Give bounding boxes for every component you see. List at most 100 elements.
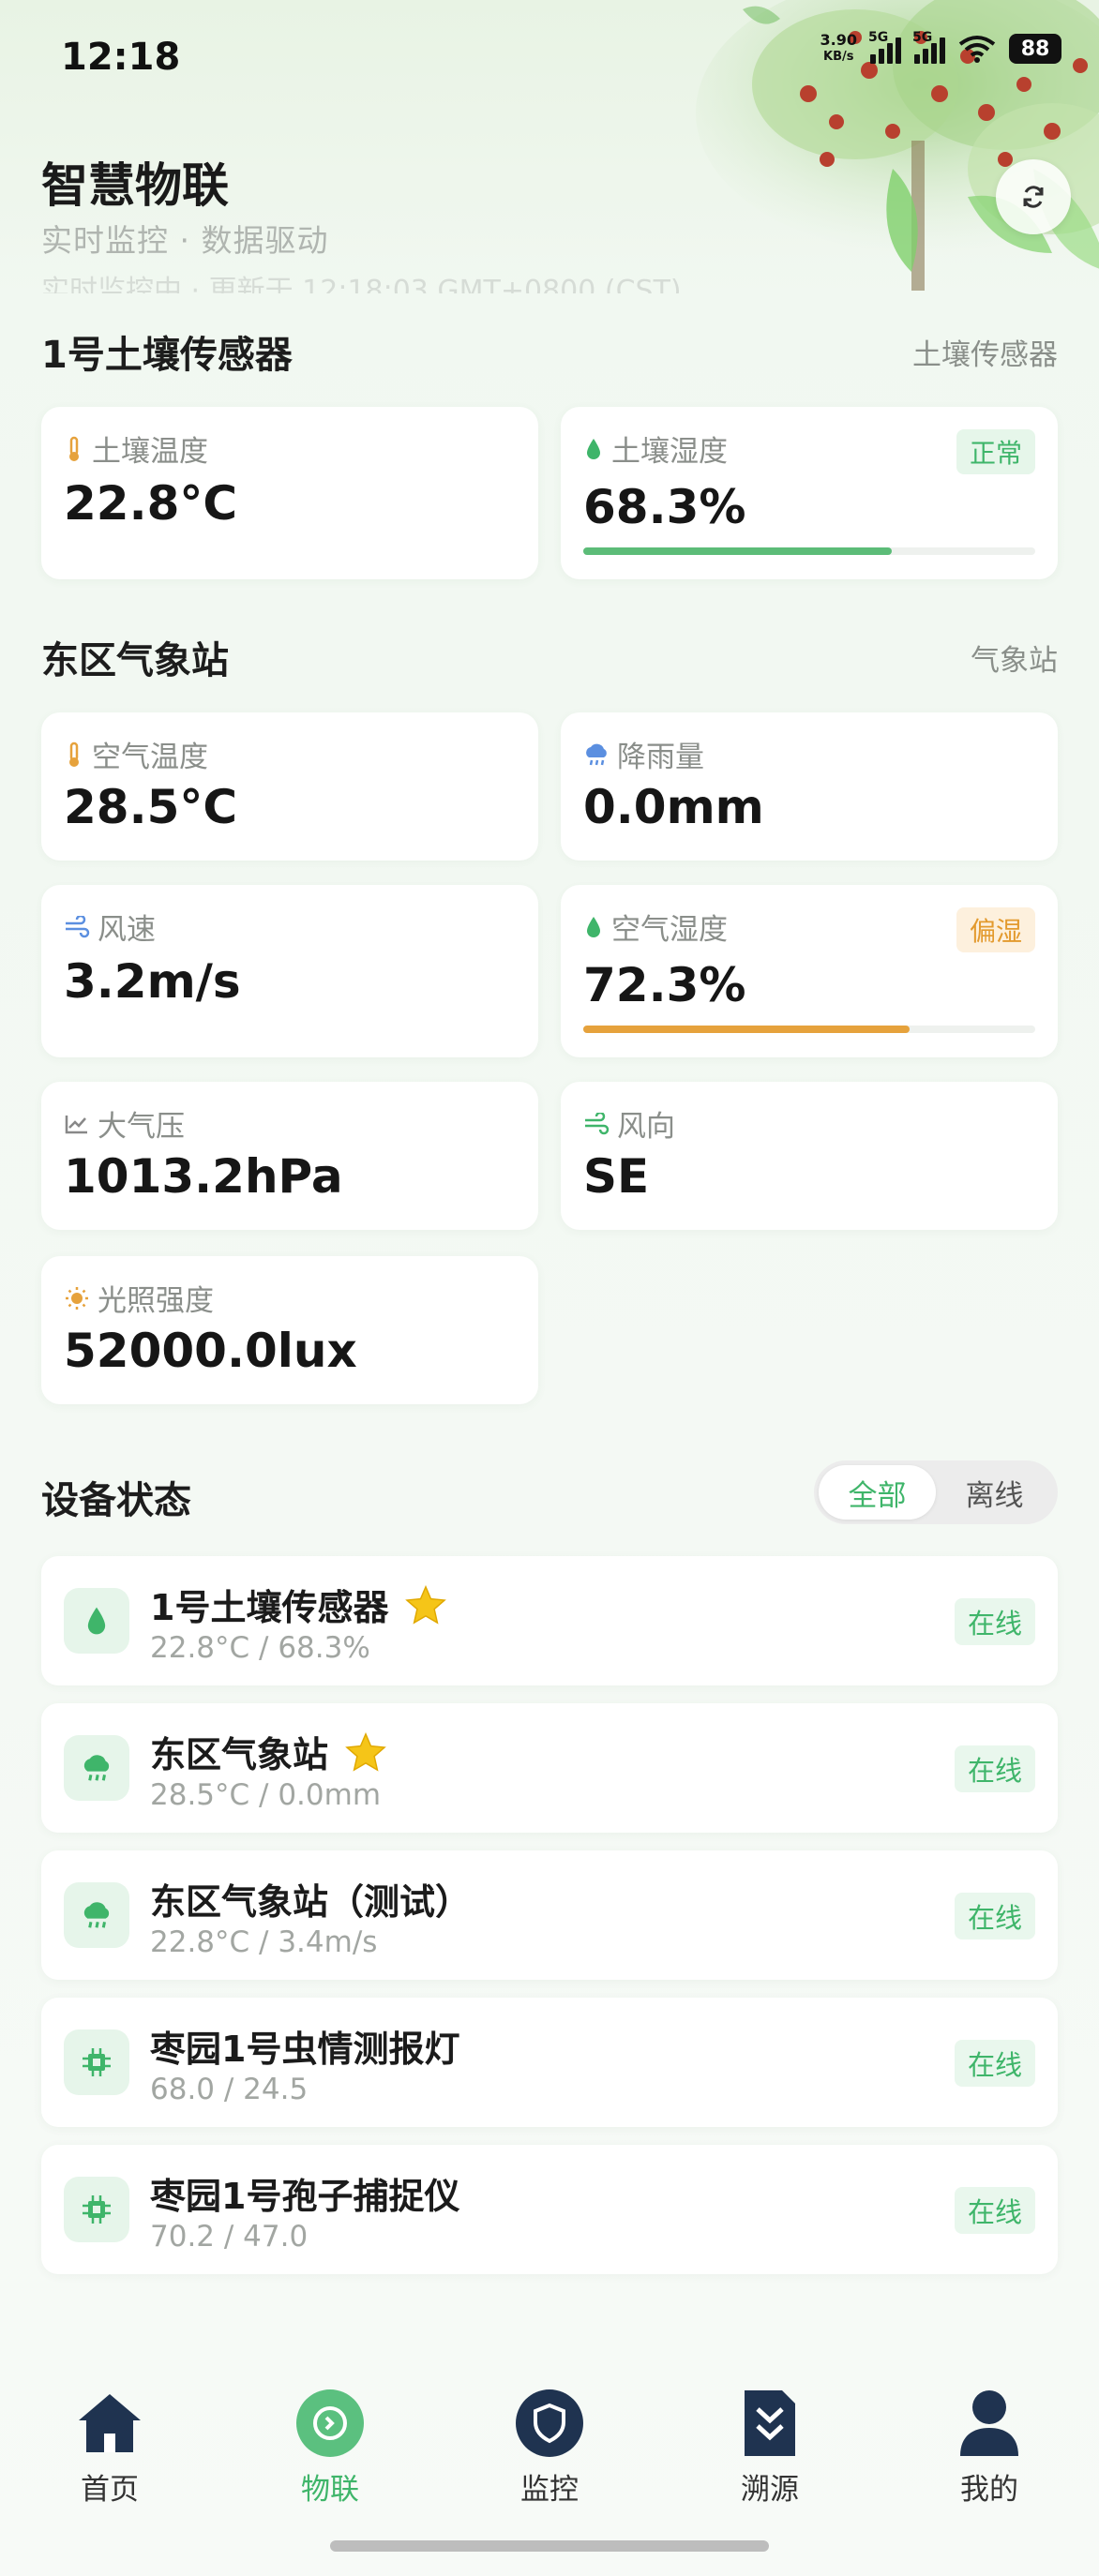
soil-humidity-card[interactable]: 土壤湿度 正常 68.3%	[561, 407, 1058, 579]
soil-temp-value: 22.8°C	[64, 476, 238, 531]
weather-section-header: 东区气象站 气象站	[41, 630, 1058, 684]
air-humidity-badge: 偏湿	[956, 907, 1035, 952]
rainfall-label: 降雨量	[617, 741, 704, 774]
soil-section-title: 1号土壤传感器	[41, 334, 293, 377]
pressure-card[interactable]: 大气压 1013.2hPa	[41, 1082, 538, 1230]
wind-speed-label: 风速	[98, 913, 156, 947]
battery-indicator: 88	[1009, 34, 1061, 64]
device-readings: 22.8°C / 3.4m/s	[150, 1925, 378, 1959]
pressure-label: 大气压	[98, 1110, 185, 1144]
refresh-button[interactable]	[996, 159, 1071, 234]
refresh-icon	[1023, 186, 1044, 208]
device-status-badge: 在线	[954, 1598, 1035, 1645]
rain-cloud-icon	[64, 1882, 129, 1948]
clock: 12:18	[61, 36, 181, 79]
device-row[interactable]: 枣园1号孢子捕捉仪 70.2 / 47.0 在线	[41, 2145, 1058, 2274]
soil-humidity-badge: 正常	[956, 429, 1035, 474]
trace-icon	[735, 2389, 805, 2458]
header: 12:18 3.90 KB/s 5G 5G 88 智慧物联 实时监控 · 数据驱…	[0, 0, 1099, 295]
device-status-badge: 在线	[954, 1893, 1035, 1939]
device-readings: 68.0 / 24.5	[150, 2073, 309, 2106]
device-readings: 70.2 / 47.0	[150, 2220, 309, 2254]
air-humidity-label: 空气湿度	[611, 913, 728, 947]
sun-icon	[64, 1284, 90, 1312]
wind-icon	[64, 913, 90, 941]
device-name: 枣园1号虫情测报灯	[150, 2029, 460, 2070]
device-filter-segment: 全部 离线	[814, 1460, 1058, 1524]
device-section-title: 设备状态	[41, 1479, 191, 1522]
light-intensity-label: 光照强度	[98, 1284, 214, 1318]
soil-humidity-bar-fill	[583, 547, 893, 555]
soil-section-header: 1号土壤传感器 土壤传感器	[41, 324, 1058, 379]
rainfall-value: 0.0mm	[583, 780, 764, 834]
device-row[interactable]: 东区气象站（测试） 22.8°C / 3.4m/s 在线	[41, 1850, 1058, 1980]
water-drop-icon	[64, 1588, 129, 1654]
device-section-header: 设备状态	[41, 1470, 791, 1524]
user-icon	[955, 2389, 1024, 2458]
tab-home[interactable]: 首页	[53, 2389, 166, 2508]
device-name: 东区气象站（测试）	[150, 1881, 472, 1923]
wind-direction-label: 风向	[617, 1110, 675, 1144]
rain-cloud-icon	[64, 1735, 129, 1801]
device-row[interactable]: 枣园1号虫情测报灯 68.0 / 24.5 在线	[41, 1998, 1058, 2127]
soil-humidity-value: 68.3%	[583, 480, 746, 534]
pressure-value: 1013.2hPa	[64, 1149, 343, 1204]
rainfall-card[interactable]: 降雨量 0.0mm	[561, 712, 1058, 861]
water-drop-icon	[583, 913, 604, 941]
air-humidity-value: 72.3%	[583, 958, 746, 1012]
air-temp-card[interactable]: 空气温度 28.5°C	[41, 712, 538, 861]
cell-signal-icon: 5G	[868, 30, 901, 64]
filter-all-button[interactable]: 全部	[819, 1465, 936, 1520]
chip-icon	[64, 2029, 129, 2095]
wifi-icon	[958, 36, 996, 63]
weather-section-tag: 气象站	[971, 643, 1058, 678]
thermometer-icon	[64, 741, 84, 769]
tab-trace[interactable]: 溯源	[714, 2389, 826, 2508]
wind-direction-card[interactable]: 风向 SE	[561, 1082, 1058, 1230]
soil-section-tag: 土壤传感器	[912, 337, 1058, 372]
thermometer-icon	[64, 435, 84, 463]
weather-section-title: 东区气象站	[41, 639, 229, 682]
device-status-badge: 在线	[954, 2040, 1035, 2087]
water-drop-icon	[583, 435, 604, 463]
rain-cloud-icon	[583, 741, 610, 769]
update-status: 实时监控中 · 更新于 12:18:03 GMT+0800 (CST)	[41, 275, 682, 293]
device-name: 1号土壤传感器	[150, 1579, 447, 1630]
device-status-badge: 在线	[954, 2187, 1035, 2234]
device-readings: 28.5°C / 0.0mm	[150, 1778, 382, 1812]
device-row[interactable]: 东区气象站 28.5°C / 0.0mm 在线	[41, 1703, 1058, 1833]
soil-humidity-bar	[583, 547, 1035, 555]
filter-offline-button[interactable]: 离线	[936, 1465, 1053, 1520]
soil-temp-card[interactable]: 土壤温度 22.8°C	[41, 407, 538, 579]
air-humidity-bar	[583, 1026, 1035, 1033]
device-row[interactable]: 1号土壤传感器 22.8°C / 68.3% 在线	[41, 1556, 1058, 1685]
soil-temp-label: 土壤温度	[92, 435, 208, 469]
tab-iot[interactable]: 物联	[274, 2389, 386, 2508]
status-icons: 3.90 KB/s 5G 5G 88	[820, 30, 1061, 66]
wind-speed-card[interactable]: 风速 3.2m/s	[41, 885, 538, 1057]
wind-icon	[583, 1110, 610, 1138]
tab-monitor[interactable]: 监控	[493, 2389, 606, 2508]
tab-profile[interactable]: 我的	[933, 2389, 1046, 2508]
home-icon	[75, 2389, 144, 2458]
device-name: 东区气象站	[150, 1726, 386, 1777]
air-temp-value: 28.5°C	[64, 780, 238, 834]
air-temp-label: 空气温度	[92, 741, 208, 774]
home-indicator[interactable]	[330, 2540, 769, 2552]
light-intensity-card[interactable]: 光照强度 52000.0lux	[41, 1256, 538, 1404]
soil-humidity-label: 土壤湿度	[611, 435, 728, 469]
line-chart-icon	[64, 1110, 90, 1138]
air-humidity-bar-fill	[583, 1026, 911, 1033]
wind-speed-value: 3.2m/s	[64, 954, 241, 1009]
star-icon[interactable]	[405, 1584, 447, 1625]
device-name: 枣园1号孢子捕捉仪	[150, 2176, 460, 2217]
light-intensity-value: 52000.0lux	[64, 1324, 357, 1378]
shield-icon	[515, 2389, 584, 2458]
page-title: 智慧物联	[41, 158, 229, 213]
chip-icon	[64, 2177, 129, 2242]
star-icon[interactable]	[345, 1731, 386, 1772]
air-humidity-card[interactable]: 空气湿度 偏湿 72.3%	[561, 885, 1058, 1057]
iot-icon	[295, 2389, 365, 2458]
device-readings: 22.8°C / 68.3%	[150, 1631, 370, 1665]
wind-direction-value: SE	[583, 1149, 650, 1204]
